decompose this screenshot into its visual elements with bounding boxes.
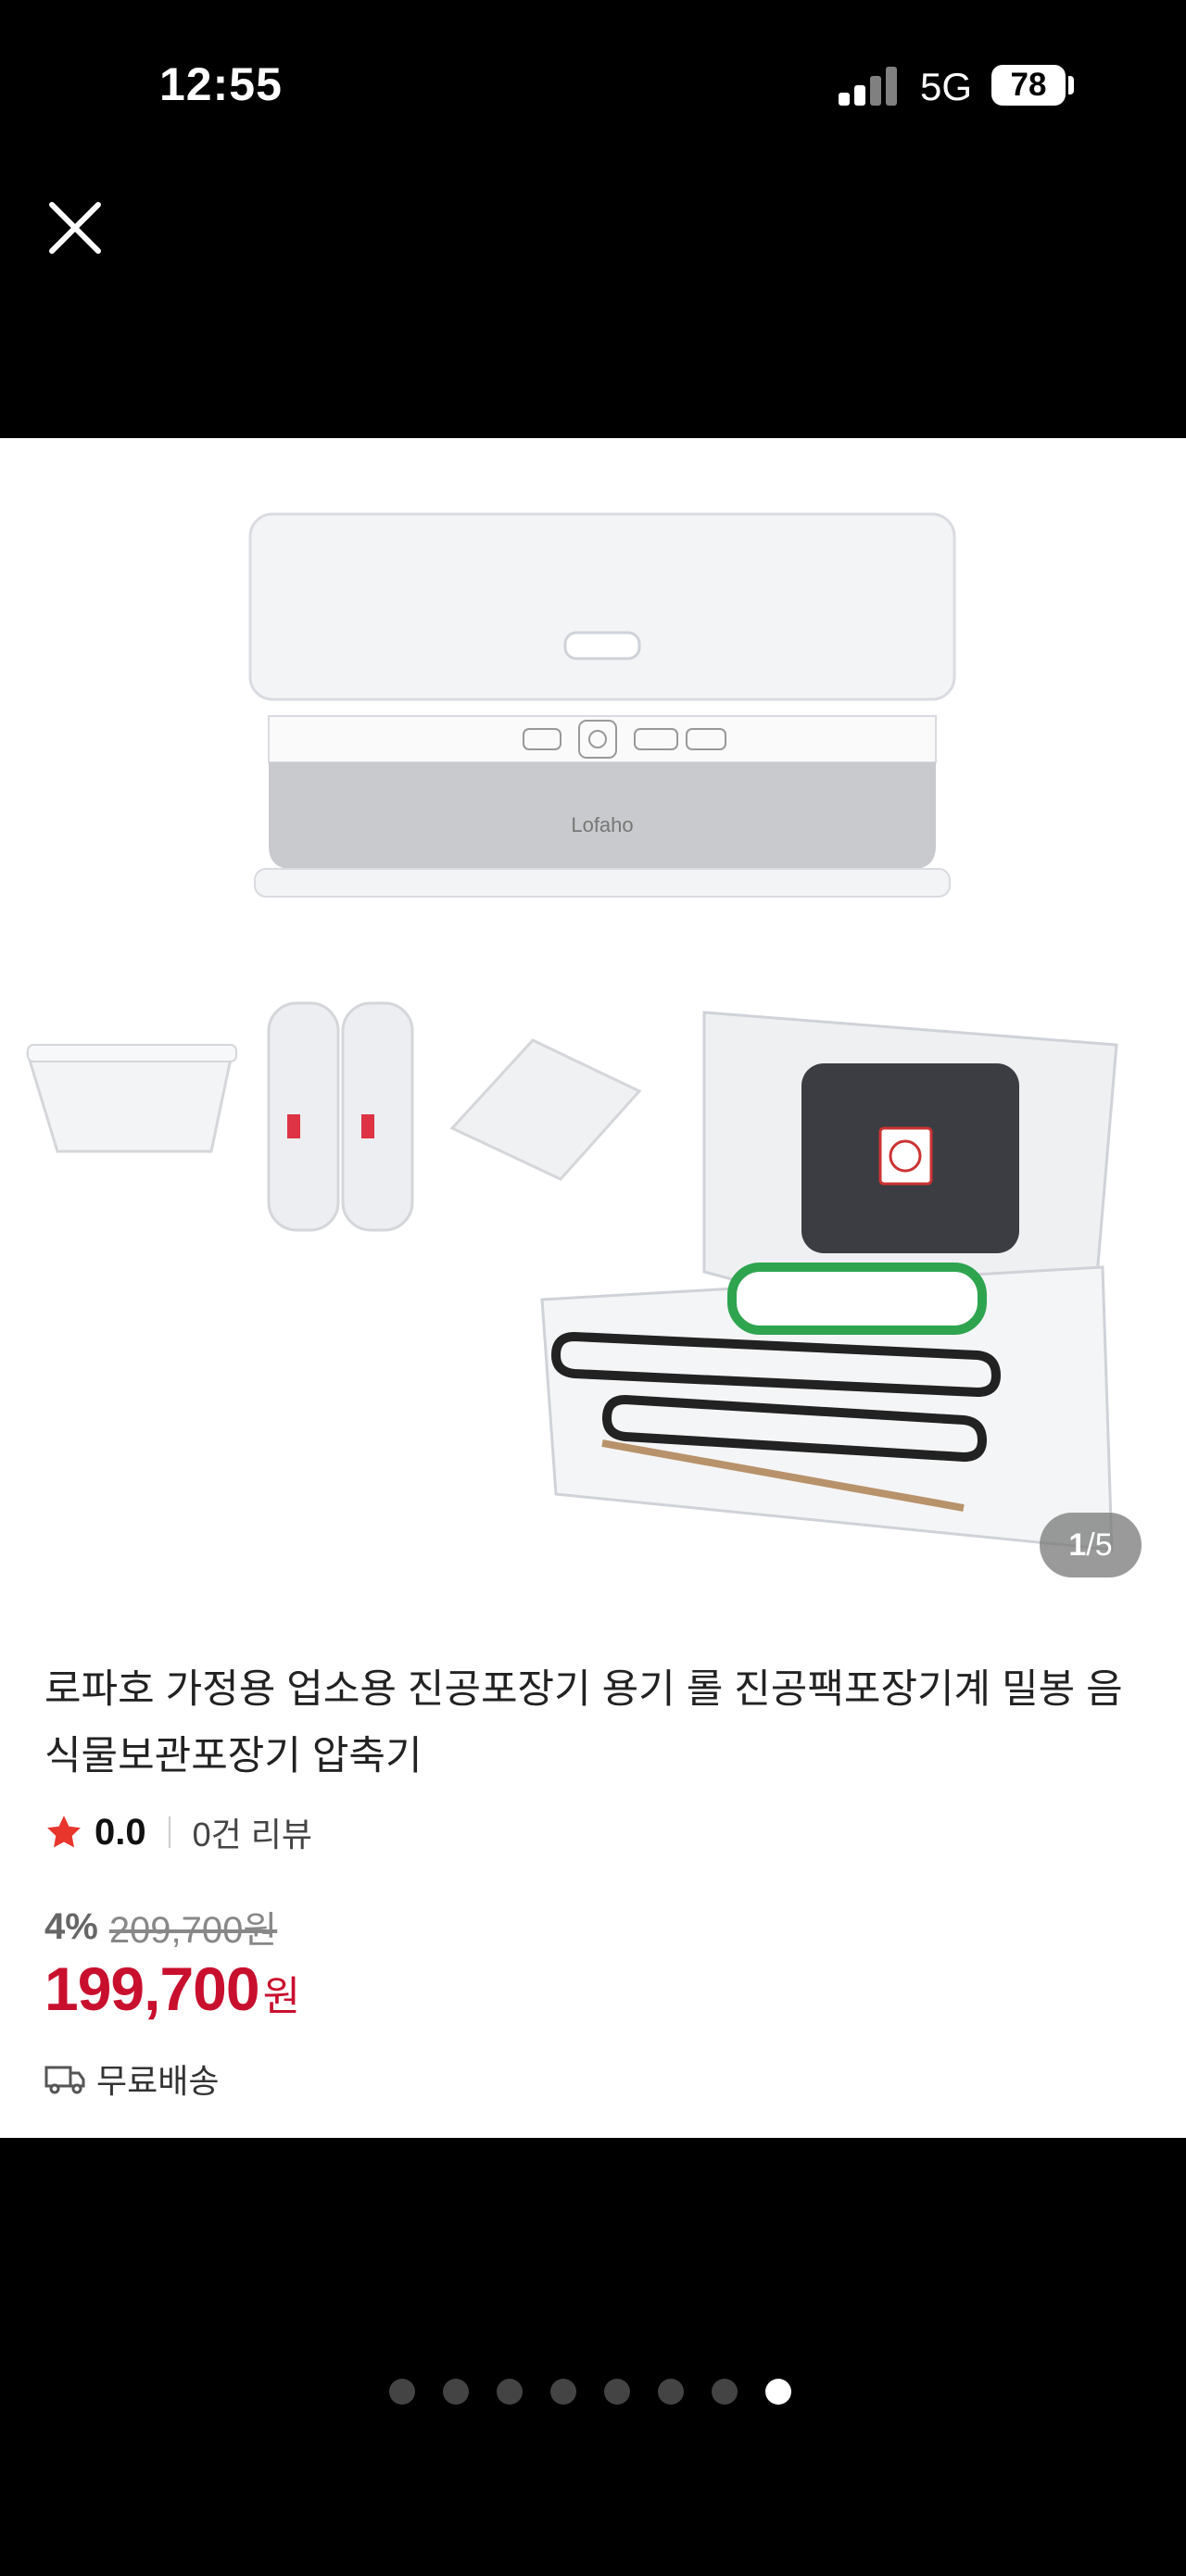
shipping-info: 무료배송: [44, 2055, 219, 2103]
sale-price-row: 199,700 원: [44, 1954, 300, 2024]
signal-icon: [839, 65, 898, 106]
pager-dot[interactable]: [658, 2379, 684, 2405]
pager-dot-active[interactable]: [765, 2379, 791, 2405]
image-counter: 1/5: [1040, 1513, 1142, 1577]
image-counter-total: 5: [1094, 1527, 1113, 1563]
brand-label: Lofaho: [571, 813, 633, 836]
pager-dot[interactable]: [550, 2379, 576, 2405]
image-counter-separator: /: [1086, 1527, 1095, 1563]
star-icon: [47, 1816, 81, 1848]
product-title: 로파호 가정용 업소용 진공포장기 용기 롤 진공팩포장기계 밀봉 음식물보관포…: [44, 1667, 1123, 1778]
rating-divider: [168, 1816, 170, 1848]
battery-icon: 78: [991, 65, 1066, 106]
original-price: 209,700원: [108, 1910, 278, 1951]
review-count-link[interactable]: 0건 리뷰: [193, 1808, 312, 1856]
pager-dots: [389, 2379, 819, 2405]
truck-icon: [44, 2066, 85, 2094]
rating-value: 0.0: [95, 1811, 146, 1853]
pager-dot[interactable]: [712, 2379, 738, 2405]
product-image-carousel[interactable]: Lofaho 1/5: [0, 438, 1186, 1605]
pager-dot[interactable]: [497, 2379, 523, 2405]
rating-row[interactable]: 0.0 0건 리뷰: [44, 1809, 312, 1855]
product-image: Lofaho: [0, 438, 1186, 1605]
pager-dot[interactable]: [389, 2379, 415, 2405]
discount-rate: 4%: [44, 1905, 98, 1947]
sale-price-currency: 원: [262, 1974, 301, 2019]
discount-row: 4% 209,700원: [44, 1900, 277, 1954]
shipping-label: 무료배송: [96, 2062, 220, 2100]
close-icon: [49, 202, 101, 254]
battery-tip: [1068, 76, 1074, 94]
image-counter-current: 1: [1068, 1527, 1087, 1563]
sale-price: 199,700: [44, 1954, 260, 2023]
product-detail-card: Lofaho 1/5 로파호 가정용 업소용 진공포장기 용기 롤 진공팩포장기…: [0, 438, 1186, 2138]
close-button[interactable]: [46, 199, 104, 257]
network-label: 5G: [920, 65, 973, 108]
battery-level: 78: [1010, 67, 1047, 103]
pager-dot[interactable]: [604, 2379, 630, 2405]
pager-dot[interactable]: [443, 2379, 469, 2405]
status-time: 12:55: [159, 58, 283, 110]
